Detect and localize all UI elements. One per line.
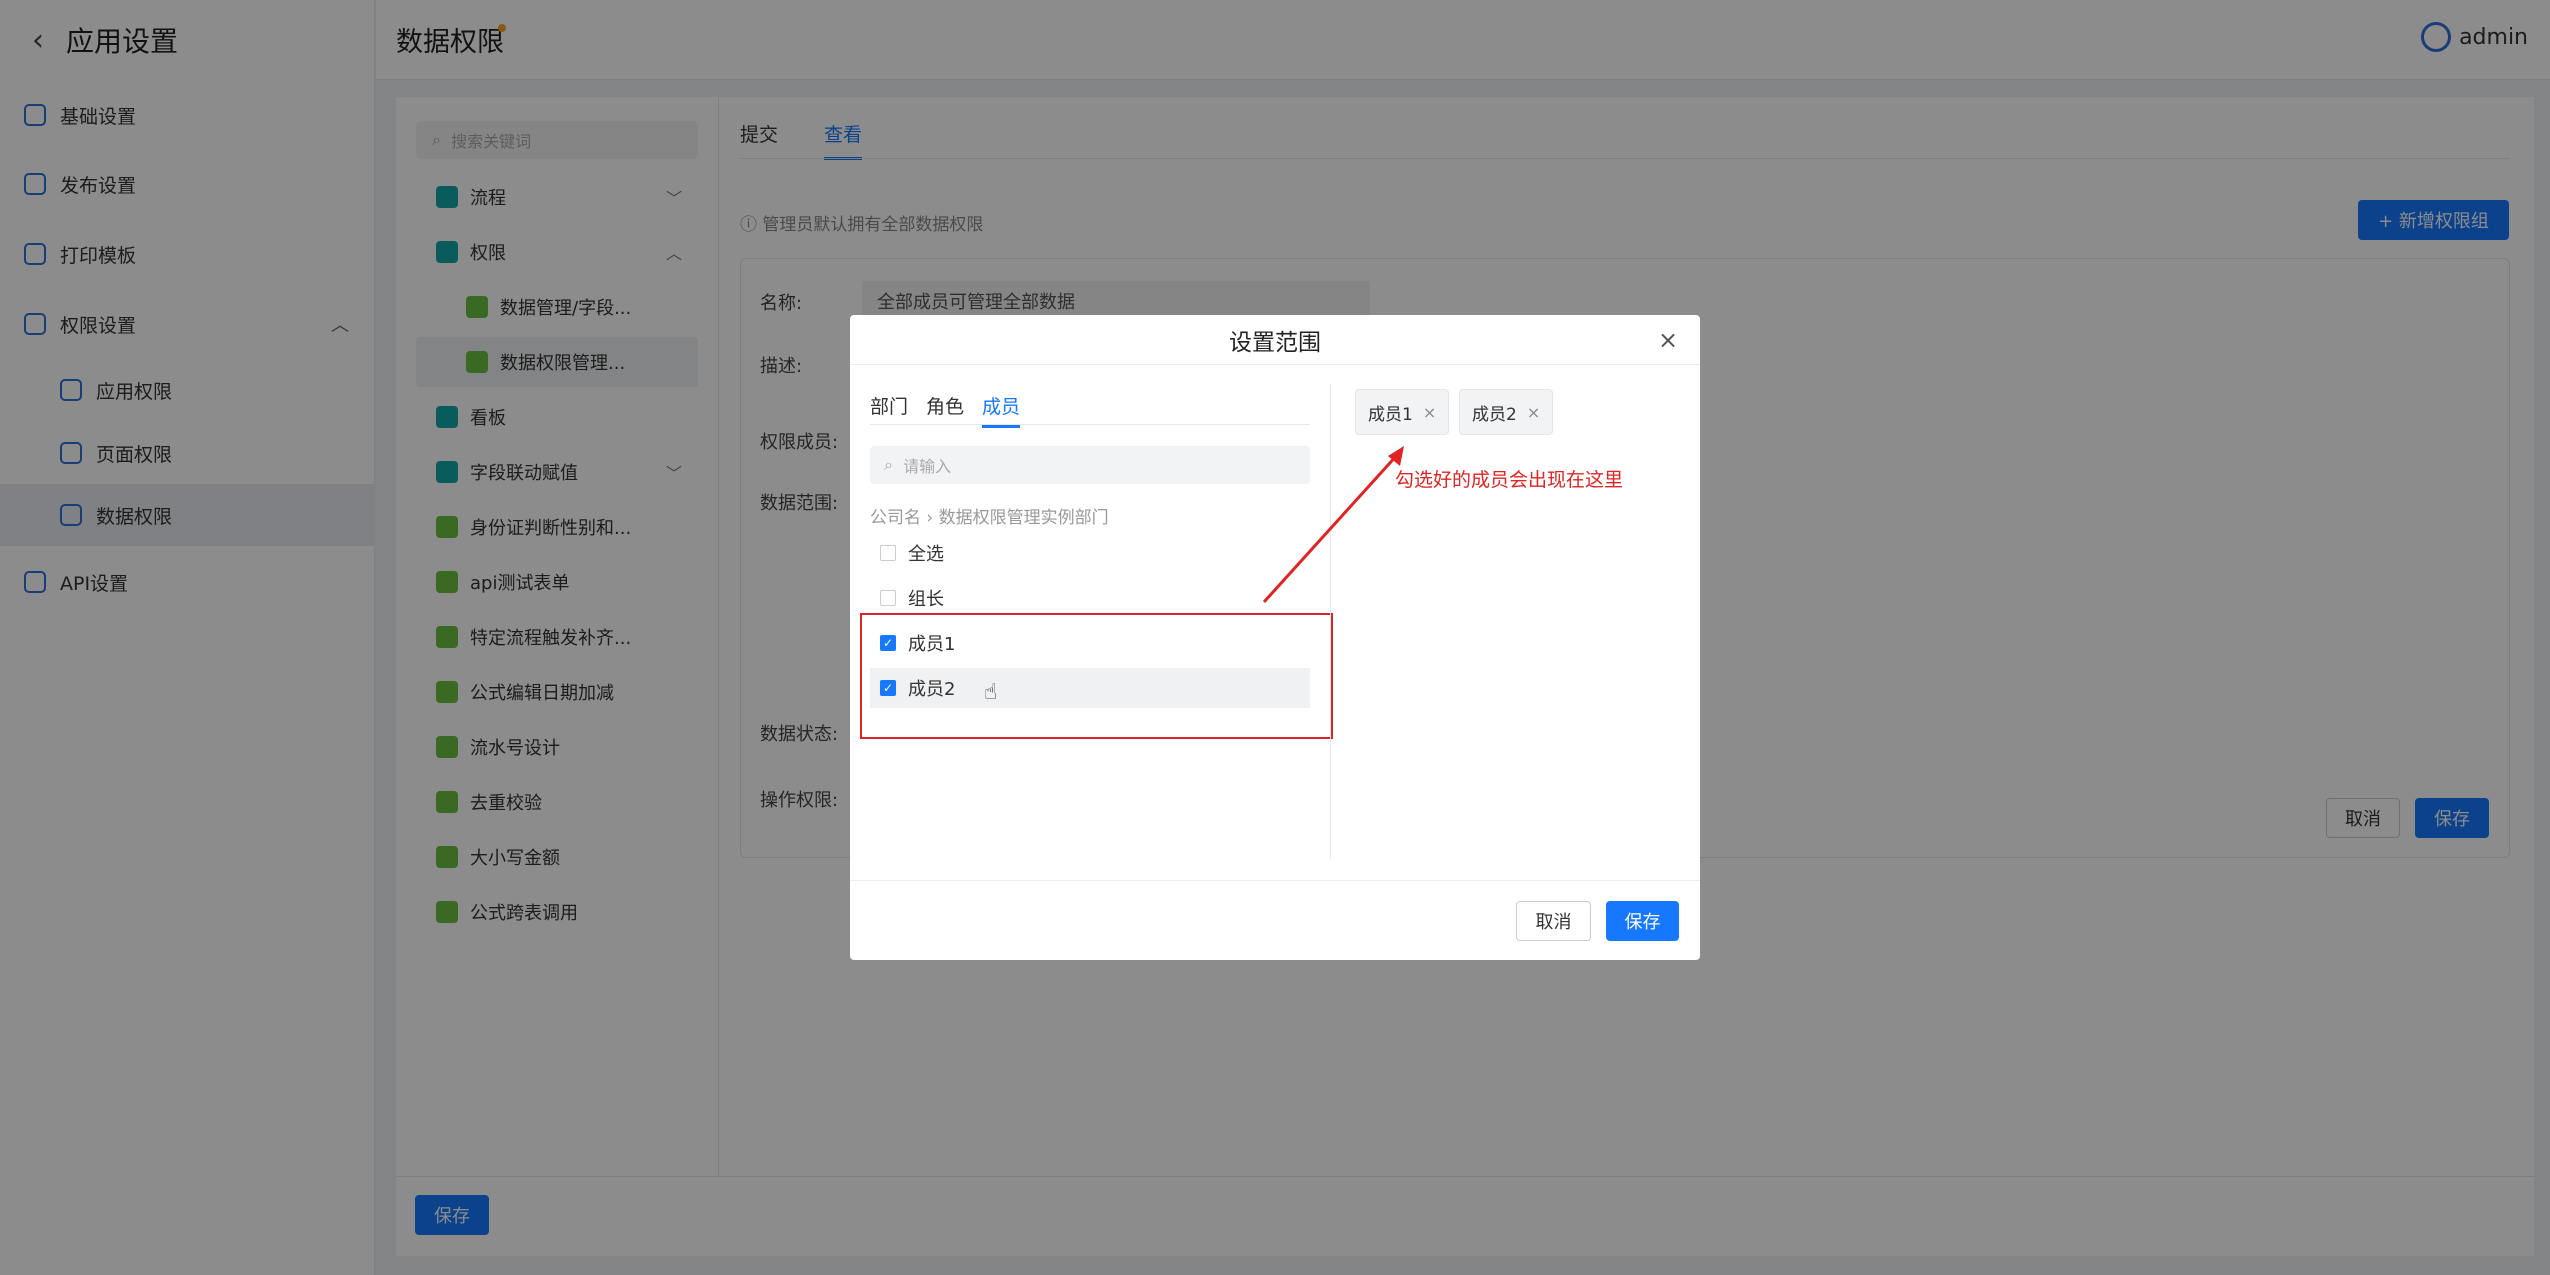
chip-label: 成员2	[1472, 404, 1517, 425]
modal-title: 设置范围	[850, 315, 1700, 365]
chip-label: 成员1	[1368, 404, 1413, 425]
member-row[interactable]: 组长	[870, 578, 1310, 618]
member-search-input[interactable]: ⌕ 请输入	[870, 446, 1310, 484]
tab-member[interactable]: 成员	[982, 392, 1021, 428]
close-icon[interactable]: ×	[1527, 403, 1540, 422]
modal-cancel-button[interactable]: 取消	[1516, 901, 1591, 941]
select-all-row[interactable]: 全选	[870, 533, 1310, 573]
modal-tab-divider	[870, 424, 1310, 425]
row-label: 全选	[908, 544, 944, 565]
checkbox[interactable]	[880, 590, 896, 606]
annotation-box	[860, 613, 1333, 739]
modal-footer-divider	[850, 880, 1700, 881]
annotation-arrow-icon	[1262, 446, 1404, 604]
annotation-text: 勾选好的成员会出现在这里	[1395, 469, 1624, 491]
row-label: 组长	[908, 589, 944, 610]
modal-tabs: 部门 角色 成员	[870, 392, 1021, 428]
checkbox[interactable]	[880, 545, 896, 561]
close-icon[interactable]: ×	[1658, 326, 1678, 354]
tab-role[interactable]: 角色	[926, 392, 964, 428]
modal-save-button[interactable]: 保存	[1606, 901, 1679, 941]
selected-chip: 成员2 ×	[1459, 389, 1554, 435]
selected-chip: 成员1 ×	[1355, 389, 1450, 435]
tab-department[interactable]: 部门	[870, 392, 908, 428]
member-search-placeholder: 请输入	[903, 457, 952, 476]
breadcrumb[interactable]: 公司名 › 数据权限管理实例部门	[870, 503, 1109, 528]
close-icon[interactable]: ×	[1423, 403, 1436, 422]
hand-cursor-icon: ☝	[984, 680, 998, 705]
